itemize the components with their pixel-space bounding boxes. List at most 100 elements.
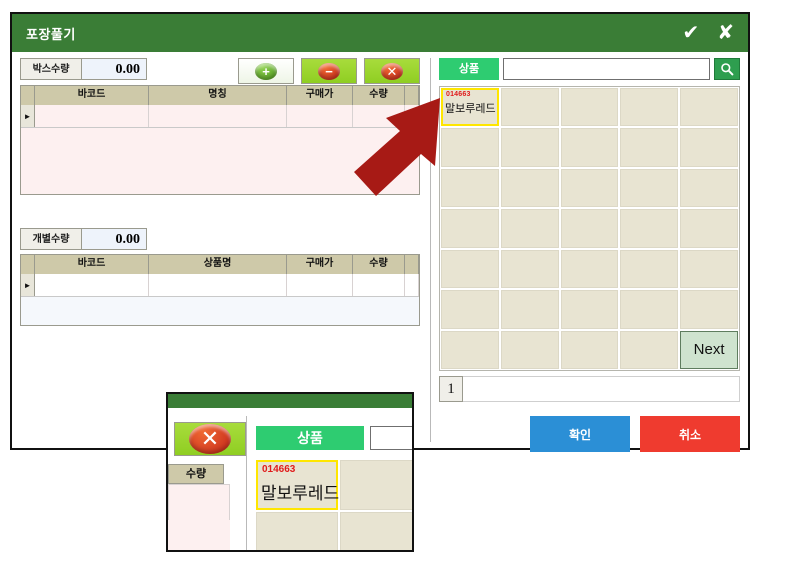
product-tile-empty[interactable] bbox=[500, 290, 559, 329]
minus-icon: − bbox=[318, 62, 340, 80]
close-icon: ✕ bbox=[381, 62, 403, 80]
check-icon[interactable]: ✔ bbox=[682, 23, 699, 43]
product-tile-empty[interactable] bbox=[680, 249, 738, 289]
product-tile-empty[interactable] bbox=[620, 168, 679, 208]
inset-tile bbox=[256, 512, 338, 550]
page-title: 포장풀기 bbox=[26, 26, 76, 42]
product-tile-empty[interactable] bbox=[560, 88, 619, 127]
box-quantity-label: 박스수량 bbox=[20, 58, 82, 80]
add-button[interactable]: + bbox=[238, 58, 294, 84]
product-tile-empty[interactable] bbox=[441, 168, 499, 208]
cell-barcode[interactable] bbox=[35, 105, 149, 127]
product-tile-empty[interactable] bbox=[560, 249, 619, 289]
product-tile-empty[interactable] bbox=[620, 290, 679, 329]
row-selector-corner bbox=[21, 255, 35, 274]
product-search-row: 상품 bbox=[439, 58, 740, 80]
arrow-up-right-icon bbox=[354, 98, 440, 196]
title-bar: 포장풀기 ✔ ✘ bbox=[12, 14, 748, 52]
column-header-barcode[interactable]: 바코드 bbox=[35, 255, 149, 274]
product-tile-empty[interactable] bbox=[620, 249, 679, 289]
unit-items-table[interactable]: 바코드 상품명 구매가 수량 ► bbox=[20, 254, 420, 326]
box-quantity-value[interactable]: 0.00 bbox=[82, 58, 147, 80]
quantity-badge: 1 bbox=[439, 376, 463, 402]
product-label: 상품 bbox=[439, 58, 499, 80]
title-bar-actions: ✔ ✘ bbox=[682, 23, 734, 43]
inset-quantity-header: 수량 bbox=[168, 464, 224, 484]
toolbar: + − ✕ bbox=[238, 58, 420, 84]
column-header-barcode[interactable]: 바코드 bbox=[35, 86, 149, 105]
product-tile-empty[interactable] bbox=[620, 209, 679, 248]
product-tile-empty[interactable] bbox=[560, 330, 619, 369]
inset-table-body-2 bbox=[168, 520, 230, 550]
next-page-button[interactable]: Next bbox=[680, 330, 738, 369]
product-tile-empty[interactable] bbox=[441, 128, 499, 167]
column-header-quantity[interactable]: 수량 bbox=[353, 255, 405, 274]
close-icon[interactable]: ✘ bbox=[717, 23, 734, 43]
product-tile-empty[interactable] bbox=[680, 168, 738, 208]
product-tile-empty[interactable] bbox=[500, 249, 559, 289]
right-panel: 상품 014663 말보루레드 1 Next 1 확인 취소 bbox=[430, 58, 740, 452]
unit-quantity-value[interactable]: 0.00 bbox=[82, 228, 147, 250]
product-grid[interactable]: 014663 말보루레드 1 Next bbox=[439, 86, 740, 371]
product-tile-empty[interactable] bbox=[560, 128, 619, 167]
cell-barcode[interactable] bbox=[35, 274, 149, 296]
action-buttons: 확인 취소 bbox=[439, 416, 740, 452]
product-tile-empty[interactable] bbox=[680, 128, 738, 167]
product-tile-empty[interactable] bbox=[680, 88, 738, 127]
product-tile-empty[interactable] bbox=[441, 290, 499, 329]
plus-icon: + bbox=[255, 62, 277, 80]
product-tile-empty[interactable] bbox=[500, 128, 559, 167]
product-tile-empty[interactable] bbox=[500, 168, 559, 208]
quantity-input[interactable] bbox=[463, 376, 740, 402]
inset-product-code: 014663 bbox=[262, 464, 296, 475]
product-tile-empty[interactable] bbox=[500, 88, 559, 127]
cell-price[interactable] bbox=[287, 274, 353, 296]
column-header-product-name[interactable]: 상품명 bbox=[149, 255, 287, 274]
quantity-row: 1 bbox=[439, 376, 740, 402]
remove-button[interactable]: − bbox=[301, 58, 357, 84]
row-selector-corner bbox=[21, 86, 35, 105]
search-icon[interactable] bbox=[714, 58, 740, 80]
delete-button[interactable]: ✕ bbox=[364, 58, 420, 84]
product-tile-empty[interactable] bbox=[620, 128, 679, 167]
product-tile-empty[interactable] bbox=[680, 209, 738, 248]
column-header-name[interactable]: 명칭 bbox=[149, 86, 287, 105]
magnified-inset-overlay: ✕ 수량 상품 014663 말보루레드 1 bbox=[166, 392, 414, 552]
inset-selected-tile: 014663 말보루레드 1 bbox=[256, 460, 353, 510]
product-tile-empty[interactable] bbox=[500, 330, 559, 369]
cell-name[interactable] bbox=[149, 105, 287, 127]
table-header-row: 바코드 상품명 구매가 수량 bbox=[21, 255, 419, 274]
product-tile-empty[interactable] bbox=[500, 209, 559, 248]
product-name: 말보루레드 1 bbox=[445, 103, 497, 115]
cell-filler bbox=[405, 274, 419, 296]
inset-title-bar bbox=[168, 394, 412, 408]
inset-delete-button[interactable]: ✕ bbox=[174, 422, 246, 456]
product-tile-empty[interactable] bbox=[560, 290, 619, 329]
inset-search-input bbox=[370, 426, 412, 450]
product-tile-empty[interactable] bbox=[560, 168, 619, 208]
unpack-dialog-window: 포장풀기 ✔ ✘ 박스수량 0.00 + − ✕ 바코드 명칭 구매가 수량 ►… bbox=[10, 12, 750, 452]
product-tile[interactable]: 014663 말보루레드 1 bbox=[441, 88, 499, 127]
inset-tile bbox=[340, 460, 412, 510]
product-code: 014663 bbox=[446, 91, 471, 98]
product-tile-empty[interactable] bbox=[441, 209, 499, 248]
product-tile-empty[interactable] bbox=[620, 88, 679, 127]
product-tile-empty[interactable] bbox=[680, 290, 738, 329]
column-header-price[interactable]: 구매가 bbox=[287, 255, 353, 274]
inset-divider bbox=[246, 416, 247, 550]
column-header-filler bbox=[405, 255, 419, 274]
search-input[interactable] bbox=[503, 58, 710, 80]
table-row[interactable]: ► bbox=[21, 274, 419, 297]
row-selector-icon[interactable]: ► bbox=[21, 105, 35, 127]
product-tile-empty[interactable] bbox=[441, 330, 499, 369]
product-tile-empty[interactable] bbox=[560, 209, 619, 248]
row-selector-icon[interactable]: ► bbox=[21, 274, 35, 296]
cell-product-name[interactable] bbox=[149, 274, 287, 296]
confirm-button[interactable]: 확인 bbox=[530, 416, 630, 452]
cancel-button[interactable]: 취소 bbox=[640, 416, 740, 452]
close-icon: ✕ bbox=[189, 424, 231, 454]
cell-quantity[interactable] bbox=[353, 274, 405, 296]
inset-product-label: 상품 bbox=[256, 426, 364, 450]
product-tile-empty[interactable] bbox=[441, 249, 499, 289]
product-tile-empty[interactable] bbox=[620, 330, 679, 369]
